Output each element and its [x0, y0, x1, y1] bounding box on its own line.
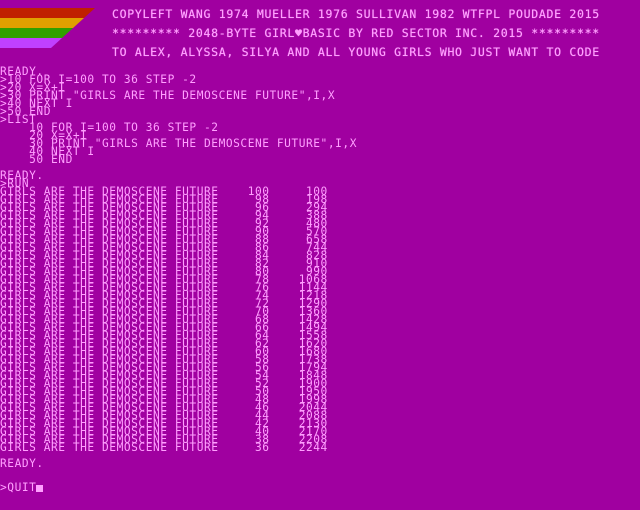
terminal-line: >50 END — [0, 105, 51, 118]
block-cursor-icon — [36, 485, 44, 492]
terminal-line: >10 FOR I=100 TO 36 STEP -2 — [0, 73, 197, 86]
terminal-lines: READY. >10 FOR I=100 TO 36 STEP -2 >20 X=X… — [0, 66, 640, 470]
terminal-line: >30 PRINT "GIRLS ARE THE DEMOSCENE FUTUR… — [0, 89, 336, 102]
red-sector-logo — [0, 8, 95, 48]
terminal-output[interactable]: READY. >10 FOR I=100 TO 36 STEP -2 >20 X=X… — [0, 52, 640, 493]
input-line[interactable]: >QUIT — [0, 481, 640, 494]
logo-stripe-orange — [0, 18, 84, 28]
command-input[interactable]: >QUIT — [0, 481, 36, 494]
terminal-line: READY. — [0, 169, 44, 182]
logo-stripe-red — [0, 8, 95, 18]
logo-stripe-purple — [0, 38, 62, 48]
terminal-line: GIRLS ARE THE DEMOSCENE FUTURE 36 2244 — [0, 441, 328, 454]
basic-screen: COPYLEFT WANG 1974 MUELLER 1976 SULLIVAN… — [0, 0, 640, 493]
product-line: ********* 2048-BYTE GIRL♥BASIC BY RED SE… — [112, 26, 600, 40]
terminal-line: 10 FOR I=100 TO 36 STEP -2 — [0, 121, 219, 134]
logo-stripe-green — [0, 28, 73, 38]
terminal-line: 30 PRINT "GIRLS ARE THE DEMOSCENE FUTURE… — [0, 137, 357, 150]
terminal-line: READY. — [0, 457, 44, 470]
terminal-line: 50 END — [0, 153, 73, 166]
copyright-line: COPYLEFT WANG 1974 MUELLER 1976 SULLIVAN… — [112, 7, 600, 21]
